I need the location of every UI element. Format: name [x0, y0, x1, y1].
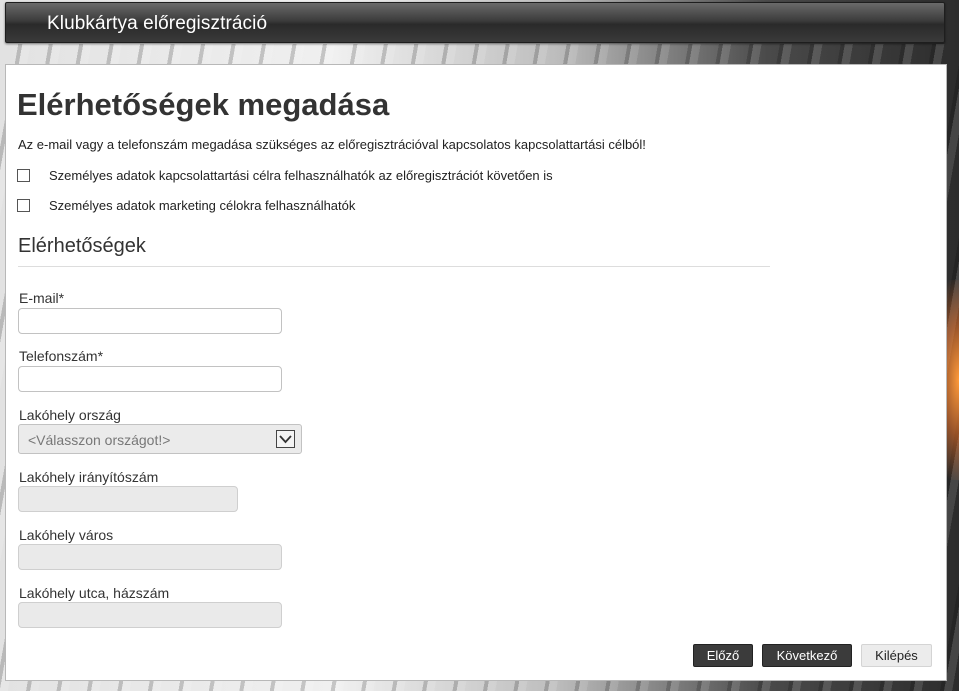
title-bar: Klubkártya előregisztráció	[5, 2, 945, 43]
email-field[interactable]	[18, 308, 282, 334]
section-divider	[18, 266, 770, 267]
consent-marketing-label: Személyes adatok marketing célokra felha…	[49, 198, 356, 213]
consent-contact-row[interactable]: Személyes adatok kapcsolattartási célra …	[17, 168, 553, 183]
city-field[interactable]	[18, 544, 282, 570]
intro-text: Az e-mail vagy a telefonszám megadása sz…	[18, 137, 646, 152]
country-select[interactable]: <Válasszon országot!>	[18, 424, 302, 454]
city-label: Lakóhely város	[19, 527, 114, 543]
page-title: Elérhetőségek megadása	[17, 87, 390, 122]
zip-field[interactable]	[18, 486, 238, 512]
chevron-down-icon[interactable]	[276, 430, 295, 448]
app-title: Klubkártya előregisztráció	[47, 13, 268, 34]
phone-label: Telefonszám*	[19, 348, 104, 364]
consent-marketing-checkbox[interactable]	[17, 199, 30, 212]
next-button[interactable]: Következő	[762, 644, 852, 667]
country-select-value: <Válasszon országot!>	[28, 432, 171, 448]
phone-field[interactable]	[18, 366, 282, 392]
consent-marketing-row[interactable]: Személyes adatok marketing célokra felha…	[17, 198, 355, 213]
zip-label: Lakóhely irányítószám	[19, 469, 159, 485]
email-label: E-mail*	[19, 290, 65, 306]
country-label: Lakóhely ország	[19, 407, 121, 423]
prev-button[interactable]: Előző	[693, 644, 753, 667]
form-panel: Elérhetőségek megadása Az e-mail vagy a …	[5, 64, 947, 681]
consent-contact-checkbox[interactable]	[17, 169, 30, 182]
consent-contact-label: Személyes adatok kapcsolattartási célra …	[49, 168, 553, 183]
street-field[interactable]	[18, 602, 282, 628]
street-label: Lakóhely utca, házszám	[19, 585, 170, 601]
section-title: Elérhetőségek	[18, 235, 146, 257]
exit-button[interactable]: Kilépés	[861, 644, 932, 667]
